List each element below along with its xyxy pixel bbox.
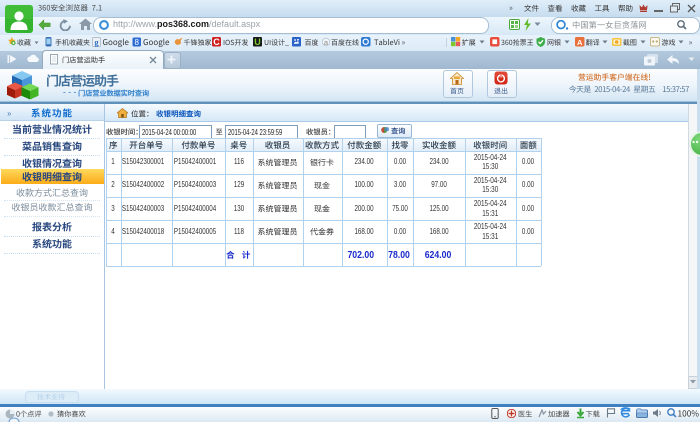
- svg-text:8: 8: [134, 38, 139, 47]
- svg-text:U: U: [254, 37, 261, 47]
- svg-text:C: C: [213, 37, 220, 47]
- svg-text:A: A: [577, 38, 583, 47]
